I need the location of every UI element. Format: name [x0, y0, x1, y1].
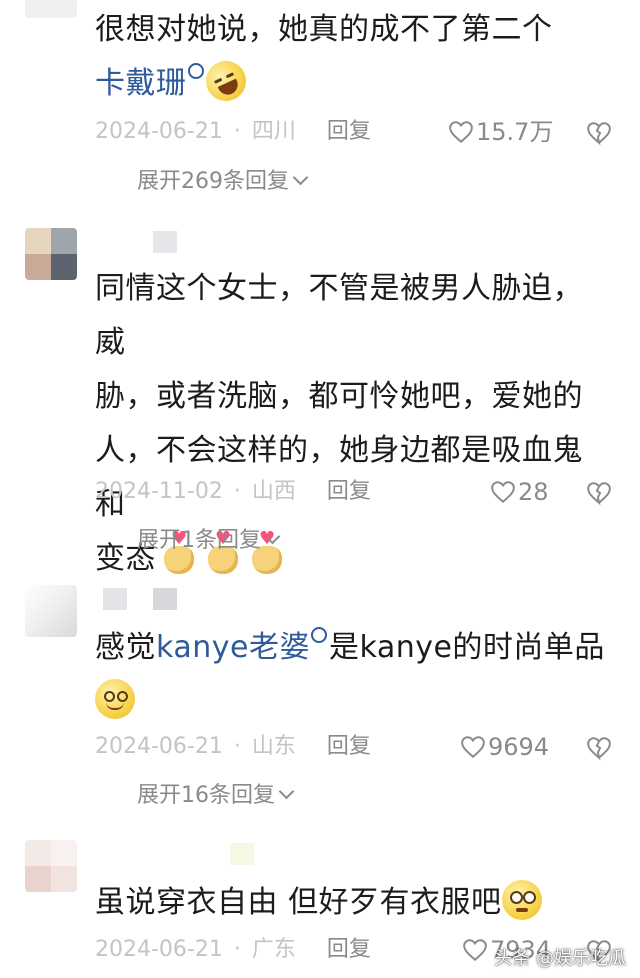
comment-location: 山东 [251, 734, 296, 759]
comment-meta: 2024-06-21 · 四川 回复 [95, 115, 371, 149]
comment-text: 很想对她说，她真的成不了第二个 卡戴珊 [95, 3, 612, 111]
comment-location: 四川 [251, 119, 296, 144]
meta-separator: · [233, 479, 241, 504]
watermark: 头条 @娱乐吃瓜 [494, 948, 626, 969]
expand-replies-button[interactable]: 展开269条回复 [137, 166, 309, 198]
heart-outline-icon [491, 481, 515, 504]
comment-location: 山西 [251, 479, 296, 504]
heart-outline-icon [463, 939, 487, 962]
like-button[interactable]: 28 [490, 475, 549, 509]
like-count: 9694 [488, 733, 550, 761]
search-icon[interactable] [310, 627, 327, 643]
comment-text-line: 胁，或者洗脑，都可怜她吧，爱她的 [95, 379, 583, 414]
username-redacted[interactable] [103, 588, 127, 610]
reply-button[interactable]: 回复 [327, 734, 371, 759]
chevron-down-icon [292, 169, 309, 186]
comment-text-prefix: 感觉 [95, 630, 156, 665]
pleading-emoji [501, 880, 542, 920]
rolling-laugh-emoji [198, 54, 253, 108]
expand-replies-button[interactable]: 展开1条回复 [137, 525, 281, 557]
expand-replies-label: 展开16条回复 [137, 783, 275, 808]
comment-text: 虽说穿衣自由 但好歹有衣服吧 [95, 876, 612, 930]
comment-date: 2024-06-21 [95, 937, 223, 962]
chevron-down-icon [264, 528, 281, 545]
reply-button[interactable]: 回复 [327, 937, 371, 962]
heart-outline-icon [461, 736, 485, 759]
reply-button[interactable]: 回复 [327, 479, 371, 504]
mention-link[interactable]: kanye老婆 [156, 630, 310, 665]
meta-separator: · [233, 119, 241, 144]
comment-meta: 2024-06-21 · 广东 回复 [95, 933, 371, 967]
username-redacted[interactable] [230, 843, 254, 865]
comment-text-line: 很想对她说，她真的成不了第二个 [95, 12, 553, 47]
comment-3: 感觉kanye老婆 是kanye的时尚单品 2024-06-21 · 山东 回复 … [0, 585, 640, 815]
dizzy-smile-emoji [95, 679, 135, 719]
chevron-down-icon [278, 783, 295, 800]
expand-replies-label: 展开269条回复 [137, 169, 289, 194]
comment-date: 2024-06-21 [95, 119, 223, 144]
broken-heart-icon[interactable] [586, 120, 612, 146]
like-button[interactable]: 15.7万 [448, 115, 553, 149]
expand-replies-button[interactable]: 展开16条回复 [137, 780, 295, 812]
avatar-partial[interactable] [25, 0, 77, 18]
avatar[interactable] [25, 585, 77, 637]
like-count: 15.7万 [476, 118, 554, 146]
username-redacted[interactable] [153, 231, 177, 253]
mention-link[interactable]: 卡戴珊 [95, 66, 187, 101]
comment-2: 同情这个女士，不管是被男人胁迫，威 胁，或者洗脑，都可怜她吧，爱她的 人，不会这… [0, 228, 640, 576]
avatar[interactable] [25, 228, 77, 280]
comment-1: 很想对她说，她真的成不了第二个 卡戴珊 2024-06-21 · 四川 回复 1… [0, 0, 640, 200]
meta-separator: · [233, 937, 241, 962]
meta-separator: · [233, 734, 241, 759]
comment-text-content: 虽说穿衣自由 但好歹有衣服吧 [95, 885, 502, 920]
search-icon[interactable] [187, 63, 204, 79]
comment-text: 感觉kanye老婆 是kanye的时尚单品 [95, 621, 612, 729]
comment-location: 广东 [251, 937, 296, 962]
comment-meta: 2024-11-02 · 山西 回复 [95, 475, 371, 509]
avatar[interactable] [25, 840, 77, 892]
comment-text-suffix: 是kanye的时尚单品 [328, 630, 605, 665]
comment-text-line: 同情这个女士，不管是被男人胁迫，威 [95, 271, 583, 360]
broken-heart-icon[interactable] [586, 735, 612, 761]
reply-button[interactable]: 回复 [327, 119, 371, 144]
comment-meta: 2024-06-21 · 山东 回复 [95, 730, 371, 764]
like-count: 28 [518, 478, 549, 506]
comment-date: 2024-11-02 [95, 479, 223, 504]
expand-replies-label: 展开1条回复 [137, 528, 261, 553]
broken-heart-icon[interactable] [586, 480, 612, 506]
heart-outline-icon [449, 121, 473, 144]
username-redacted[interactable] [153, 588, 177, 610]
like-button[interactable]: 9694 [460, 730, 549, 764]
comment-date: 2024-06-21 [95, 734, 223, 759]
